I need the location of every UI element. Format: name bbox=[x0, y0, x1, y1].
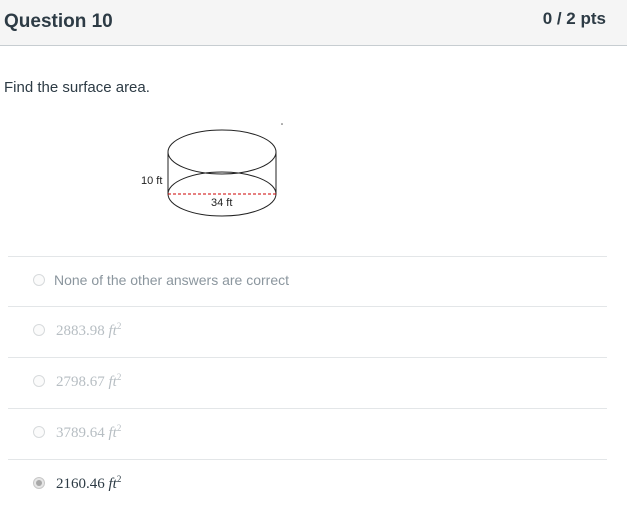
diameter-label: 34 ft bbox=[211, 197, 232, 209]
answer-option[interactable]: 2798.67 ft2 bbox=[8, 357, 607, 408]
question-header: Question 10 0 / 2 pts bbox=[0, 0, 627, 46]
answer-label: None of the other answers are correct bbox=[54, 272, 290, 288]
answer-number: 2798.67 bbox=[56, 374, 105, 390]
answer-unit: ft bbox=[108, 323, 117, 339]
answer-exponent: 2 bbox=[116, 372, 122, 382]
answer-option[interactable]: None of the other answers are correct bbox=[8, 256, 607, 306]
cylinder-bottom-back bbox=[167, 171, 277, 195]
answer-exponent: 2 bbox=[116, 321, 122, 331]
answer-value: 2883.98 ft2 bbox=[56, 321, 122, 340]
height-label: 10 ft bbox=[141, 175, 162, 187]
radio-button[interactable] bbox=[33, 274, 45, 286]
answer-option[interactable]: 3789.64 ft2 bbox=[8, 408, 607, 459]
answer-value: 3789.64 ft2 bbox=[56, 423, 122, 442]
answer-exponent: 2 bbox=[116, 474, 122, 484]
answer-unit: ft bbox=[108, 374, 117, 390]
cylinder-figure: 10 ft 34 ft bbox=[135, 120, 295, 220]
answer-number: 3789.64 bbox=[56, 425, 105, 441]
radio-button[interactable] bbox=[33, 324, 45, 336]
answer-list: None of the other answers are correct 28… bbox=[8, 256, 607, 509]
question-points: 0 / 2 pts bbox=[542, 9, 606, 28]
answer-value: 2798.67 ft2 bbox=[56, 372, 122, 391]
radio-button-selected[interactable] bbox=[33, 477, 45, 489]
radio-button[interactable] bbox=[33, 426, 45, 438]
answer-option-selected[interactable]: 2160.46 ft2 bbox=[8, 459, 607, 509]
radio-button[interactable] bbox=[33, 375, 45, 387]
answer-number: 2160.46 bbox=[56, 476, 105, 492]
answer-exponent: 2 bbox=[116, 423, 122, 433]
answer-unit: ft bbox=[108, 425, 117, 441]
cylinder-top-ellipse bbox=[167, 129, 277, 175]
answer-number: 2883.98 bbox=[56, 323, 105, 339]
question-prompt: Find the surface area. bbox=[4, 79, 150, 96]
question-title: Question 10 bbox=[4, 11, 113, 32]
answer-value: 2160.46 ft2 bbox=[56, 474, 122, 493]
answer-unit: ft bbox=[108, 476, 117, 492]
cylinder-diagram: 10 ft 34 ft bbox=[141, 123, 283, 217]
answer-option[interactable]: 2883.98 ft2 bbox=[8, 306, 607, 357]
